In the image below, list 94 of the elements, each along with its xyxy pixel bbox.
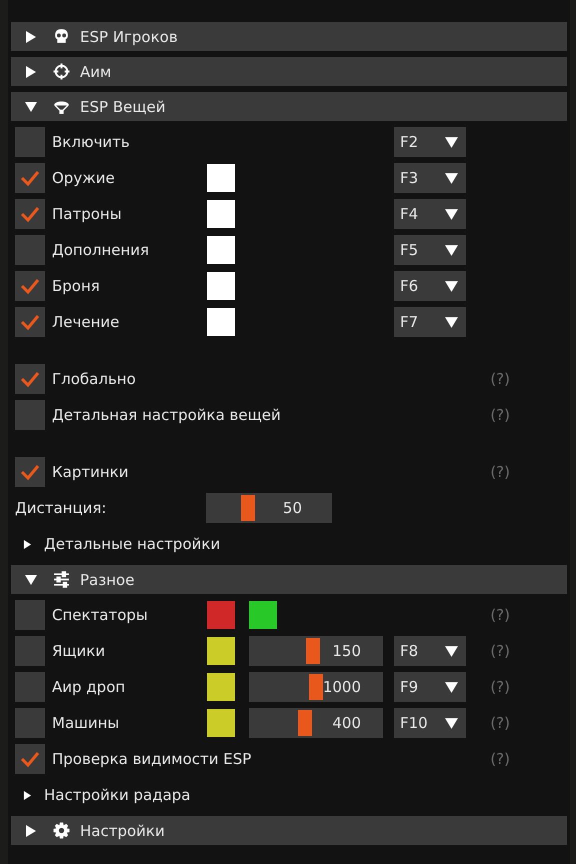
checkbox[interactable] xyxy=(15,199,45,229)
option-label: Оружие xyxy=(52,169,116,187)
checkmark-icon xyxy=(20,276,40,296)
dropdown-arrow-icon xyxy=(445,136,458,148)
hotkey-dropdown[interactable]: F2 xyxy=(394,127,466,157)
checkmark-icon xyxy=(20,312,40,332)
tree-node[interactable]: Детальные настройки xyxy=(15,535,220,553)
color-swatch[interactable] xyxy=(207,637,235,665)
hotkey-dropdown[interactable]: F3 xyxy=(394,163,466,193)
expanded-arrow-icon xyxy=(25,100,37,112)
checkmark-icon xyxy=(20,369,40,389)
checkmark-icon xyxy=(20,168,40,188)
option-label: Картинки xyxy=(52,463,130,481)
checkbox[interactable] xyxy=(15,672,45,702)
hotkey-dropdown[interactable]: F4 xyxy=(394,199,466,229)
skull-icon xyxy=(53,28,70,45)
crosshair-icon xyxy=(53,63,70,80)
collapsed-arrow-icon xyxy=(23,790,32,800)
dropdown-arrow-icon xyxy=(445,316,458,328)
option-label: Проверка видимости ESP xyxy=(52,750,252,768)
section-header[interactable]: ESP Игроков xyxy=(11,22,567,51)
checkmark-icon xyxy=(20,462,40,482)
checkbox[interactable] xyxy=(15,457,45,487)
hotkey-dropdown[interactable]: F7 xyxy=(394,307,466,337)
checkbox[interactable] xyxy=(15,600,45,630)
option-label: Глобально xyxy=(52,370,137,388)
checkbox[interactable] xyxy=(15,744,45,774)
option-label: Броня xyxy=(52,277,101,295)
color-swatch[interactable] xyxy=(207,272,235,300)
collapsed-arrow-icon xyxy=(23,540,32,548)
collapsed-arrow-icon xyxy=(25,824,37,836)
hotkey-dropdown[interactable]: F9 xyxy=(394,672,466,702)
collapsed-arrow-icon xyxy=(25,30,37,42)
slider[interactable]: 150 xyxy=(249,636,383,666)
slider-label: Дистанция: xyxy=(15,499,108,517)
checkmark-icon xyxy=(20,204,40,224)
slider-thumb[interactable] xyxy=(298,710,312,736)
checkbox[interactable] xyxy=(15,364,45,394)
checkbox[interactable] xyxy=(15,235,45,265)
option-label: Машины xyxy=(52,714,120,732)
dropdown-arrow-icon xyxy=(445,280,458,292)
checkbox[interactable] xyxy=(15,163,45,193)
section-header[interactable]: Аим xyxy=(11,57,567,86)
option-label: Дополнения xyxy=(52,241,150,259)
slider-value: 1000 xyxy=(322,678,361,696)
hotkey-dropdown[interactable]: F8 xyxy=(394,636,466,666)
hotkey-dropdown[interactable]: F5 xyxy=(394,235,466,265)
color-swatch[interactable] xyxy=(207,308,235,336)
slider-value: 150 xyxy=(332,642,361,660)
dropdown-arrow-icon xyxy=(445,680,458,694)
slider-thumb[interactable] xyxy=(309,674,323,700)
gear-icon xyxy=(53,822,70,839)
option-label: Детальная настройка вещей xyxy=(52,406,281,424)
slider-value: 50 xyxy=(282,499,302,517)
dropdown-arrow-icon xyxy=(445,172,458,184)
hotkey-dropdown[interactable]: F6 xyxy=(394,271,466,301)
option-label: Патроны xyxy=(52,205,123,223)
tree-node[interactable]: Настройки радара xyxy=(15,786,190,804)
expanded-arrow-icon xyxy=(25,574,37,586)
color-swatch[interactable] xyxy=(207,200,235,228)
checkbox[interactable] xyxy=(15,127,45,157)
color-swatch[interactable] xyxy=(207,236,235,264)
color-swatch[interactable] xyxy=(207,673,235,701)
section-header[interactable]: Разное xyxy=(11,565,567,594)
section-header[interactable]: ESP Вещей xyxy=(11,92,567,121)
color-swatch[interactable] xyxy=(207,709,235,737)
option-label: Включить xyxy=(52,133,131,151)
option-label: Ящики xyxy=(52,642,106,660)
sliders-icon xyxy=(53,571,70,588)
color-swatch[interactable] xyxy=(207,601,235,629)
dropdown-arrow-icon xyxy=(445,208,458,220)
color-swatch[interactable] xyxy=(249,601,277,629)
checkbox[interactable] xyxy=(15,271,45,301)
checkbox[interactable] xyxy=(15,708,45,738)
slider[interactable]: 50 xyxy=(206,493,332,523)
option-label: Лечение xyxy=(52,313,120,331)
dropdown-arrow-icon xyxy=(445,244,458,256)
dropdown-arrow-icon xyxy=(445,644,458,658)
slider-thumb[interactable] xyxy=(306,638,320,664)
slider[interactable]: 400 xyxy=(249,708,383,738)
dropdown-arrow-icon xyxy=(445,716,458,730)
option-label: Аир дроп xyxy=(52,678,126,696)
slider[interactable]: 1000 xyxy=(249,672,383,702)
checkbox[interactable] xyxy=(15,400,45,430)
option-label: Спектаторы xyxy=(52,606,149,624)
slider-thumb[interactable] xyxy=(240,495,255,521)
collapsed-arrow-icon xyxy=(25,66,37,78)
slider-value: 400 xyxy=(332,714,361,732)
section-header[interactable]: Настройки xyxy=(11,816,567,845)
hotkey-dropdown[interactable]: F10 xyxy=(394,708,466,738)
checkbox[interactable] xyxy=(15,307,45,337)
color-swatch[interactable] xyxy=(207,164,235,192)
checkbox[interactable] xyxy=(15,636,45,666)
checkmark-icon xyxy=(20,749,40,769)
